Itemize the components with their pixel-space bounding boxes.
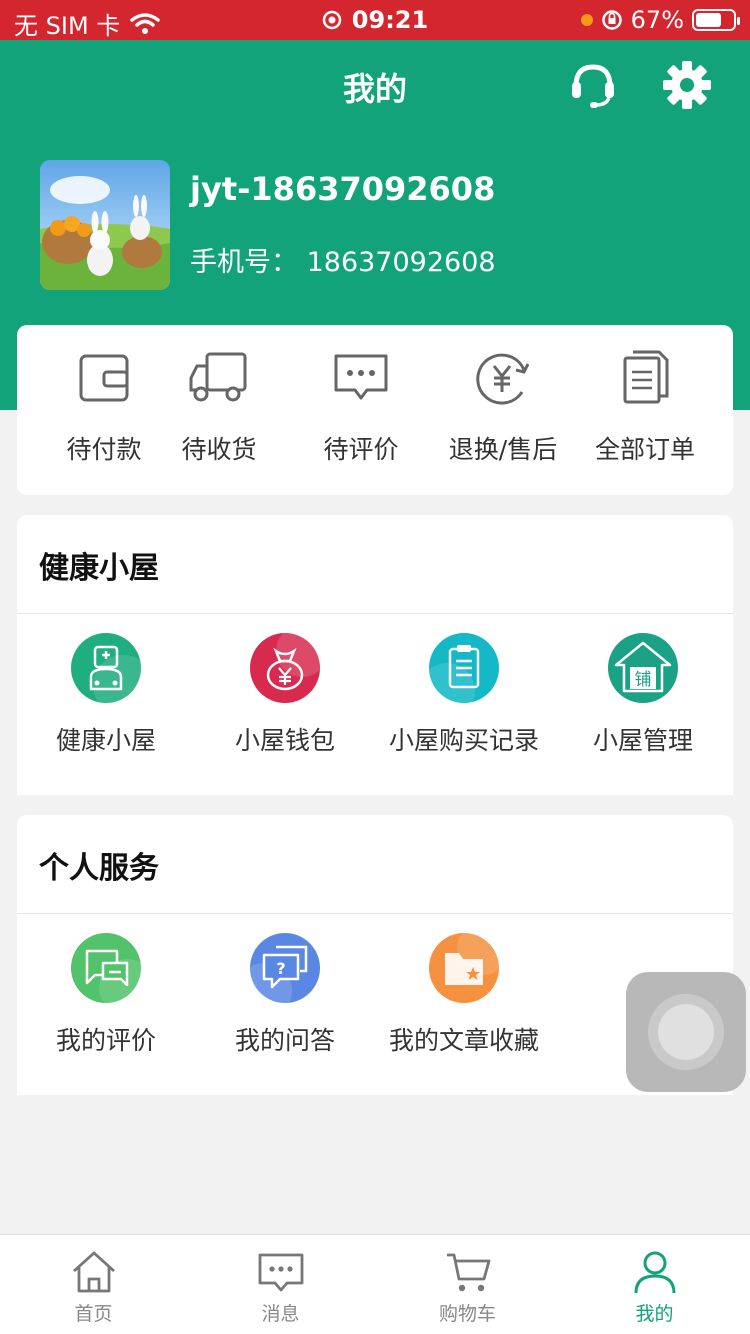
folder-star-icon (429, 933, 499, 1003)
grid-label: 小屋钱包 (234, 726, 335, 755)
mic-indicator-icon (580, 14, 593, 26)
battery-percent: 67% (630, 6, 684, 34)
headset-icon[interactable] (566, 58, 620, 112)
section-title: 健康小屋 (39, 551, 159, 586)
tab-label: 首页 (74, 1303, 113, 1325)
chat-bubble-icon (334, 354, 388, 400)
status-bar: 无 SIM 卡 09:21 67% (0, 0, 750, 40)
phone-number: 18637092608 (306, 247, 496, 278)
shop-icon: 铺 (608, 633, 678, 703)
cart-icon (446, 1253, 490, 1292)
bottom-tab-bar: 首页 消息 购物车 我的 (0, 1234, 750, 1334)
avatar[interactable] (40, 160, 170, 290)
rotation-lock-icon (601, 10, 622, 30)
tab-mine[interactable]: 我的 (561, 1249, 748, 1326)
svg-text:?: ? (276, 959, 285, 978)
money-bag-icon (250, 633, 320, 703)
my-qa-item[interactable]: ? 我的问答 (196, 933, 374, 1057)
person-icon (634, 1251, 675, 1294)
section-title: 个人服务 (39, 851, 159, 886)
order-all[interactable]: 全部订单 (575, 350, 715, 466)
order-pending-receipt[interactable]: 待收货 (149, 350, 289, 466)
user-phone-row: 手机号： 18637092608 (190, 240, 496, 279)
tab-label: 消息 (261, 1303, 300, 1325)
page-title: 我的 (342, 70, 407, 108)
user-name: jyt-18637092608 (190, 170, 496, 208)
grid-label: 小屋购买记录 (388, 726, 539, 755)
wallet-icon (79, 354, 129, 402)
order-pending-review[interactable]: 待评价 (291, 350, 431, 466)
assistive-touch-button[interactable] (626, 972, 746, 1092)
tab-cart[interactable]: 购物车 (374, 1249, 561, 1326)
grid-label: 我的文章收藏 (388, 1026, 539, 1055)
article-favorites-item[interactable]: 我的文章收藏 (375, 933, 553, 1057)
svg-text:铺: 铺 (635, 670, 652, 690)
status-time: 09:21 (351, 6, 429, 34)
tab-label: 我的 (635, 1303, 674, 1325)
divider (17, 613, 733, 614)
cottage-manage-item[interactable]: 铺 小屋管理 (554, 633, 732, 757)
tab-messages[interactable]: 消息 (187, 1249, 374, 1326)
cottage-wallet-item[interactable]: 小屋钱包 (196, 633, 374, 757)
documents-icon (623, 350, 669, 404)
order-label: 待评价 (323, 435, 399, 464)
divider (17, 913, 733, 914)
tab-home[interactable]: 首页 (0, 1249, 187, 1326)
refund-icon (476, 353, 530, 405)
order-label: 全部订单 (594, 435, 695, 464)
status-right: 67% (580, 6, 740, 34)
health-cottage-item[interactable]: 健康小屋 (17, 633, 195, 757)
orders-card: 待付款 待收货 待评价 退换/售后 全部订单 (17, 325, 733, 495)
order-label: 退换/售后 (448, 435, 558, 464)
grid-label: 小屋管理 (592, 726, 693, 755)
order-refund[interactable]: 退换/售后 (433, 350, 573, 466)
my-reviews-item[interactable]: 我的评价 (17, 933, 195, 1057)
truck-icon (189, 352, 247, 402)
qa-icon: ? (250, 933, 320, 1003)
gear-icon[interactable] (660, 58, 714, 112)
purchase-record-item[interactable]: 小屋购买记录 (375, 633, 553, 757)
clipboard-icon (429, 633, 499, 703)
phone-label: 手机号： (190, 247, 298, 278)
record-icon (322, 10, 342, 30)
battery-icon (692, 9, 740, 31)
grid-label: 健康小屋 (55, 726, 156, 755)
order-label: 待收货 (181, 435, 257, 464)
review-icon (71, 933, 141, 1003)
health-section: 健康小屋 健康小屋 小屋钱包 小屋购买记录 铺 小屋管理 (17, 515, 733, 795)
message-icon (258, 1253, 303, 1292)
grid-label: 我的评价 (55, 1026, 156, 1055)
tab-label: 购物车 (438, 1303, 496, 1325)
grid-label: 我的问答 (234, 1026, 335, 1055)
doctor-icon (71, 633, 141, 703)
home-icon (72, 1251, 115, 1293)
